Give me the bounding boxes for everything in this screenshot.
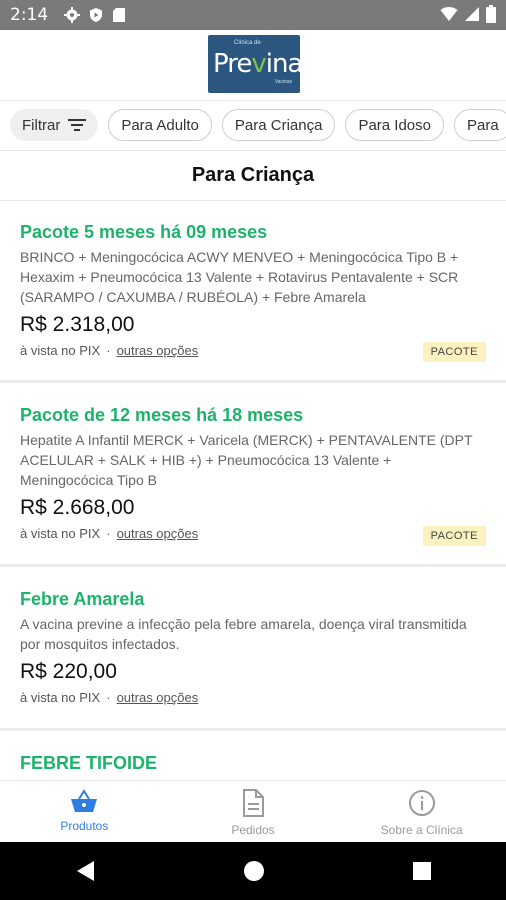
sd-card-icon [113,8,126,22]
tab-pedidos[interactable]: Pedidos [169,781,338,843]
logo-brand: Previna [213,49,300,79]
payment-method: à vista no PIX [20,526,101,541]
product-list: Pacote 5 meses há 09 meses BRINCO + Meni… [0,200,506,780]
chip-para-adulto[interactable]: Para Adulto [108,109,212,141]
tab-label: Sobre a Clínica [380,823,463,837]
logo-mini-text: Clínica de [234,40,261,46]
logo-sub-text: Vacinas [274,79,292,85]
clinic-logo[interactable]: Clínica de Previna Vacinas [208,35,300,93]
product-card[interactable]: Pacote 5 meses há 09 meses BRINCO + Meni… [0,200,506,383]
payment-info: à vista no PIX · outras opções [20,343,486,358]
product-name: Pacote de 12 meses há 18 meses [20,405,304,425]
payment-separator: · [106,526,111,541]
filter-icon [68,119,87,131]
package-badge: PACOTE [422,342,486,362]
product-price: R$ 2.668,00 [20,496,135,519]
section-title: Para Criança [0,150,506,201]
product-card[interactable]: Febre Amarela A vacina previne a infecçã… [0,567,506,731]
back-icon[interactable] [74,859,96,883]
payment-method: à vista no PIX [20,343,101,358]
product-price: R$ 220,00 [20,660,117,683]
package-badge: PACOTE [422,526,486,546]
product-description: Hepatite A Infantil MERCK + Varicela (ME… [20,432,473,488]
home-icon[interactable] [243,860,265,882]
basket-icon [71,789,98,812]
product-name: FEBRE TIFOIDE [20,753,158,773]
other-options-link[interactable]: outras opções [117,343,199,358]
product-name: Febre Amarela [20,589,145,609]
other-options-link[interactable]: outras opções [117,526,199,541]
payment-info: à vista no PIX · outras opções [20,690,486,705]
other-options-link[interactable]: outras opções [117,690,199,705]
product-card[interactable]: FEBRE TIFOIDE [0,731,506,780]
info-icon [408,790,435,816]
filter-bar: Filtrar Para Adulto Para Criança Para Id… [0,100,506,151]
battery-icon [486,5,496,23]
app-header: Clínica de Previna Vacinas [0,30,506,101]
wifi-icon [440,7,458,21]
product-card[interactable]: Pacote de 12 meses há 18 meses Hepatite … [0,383,506,567]
filter-label: Filtrar [22,116,61,134]
payment-separator: · [106,690,111,705]
tab-sobre-a-clinica[interactable]: Sobre a Clínica [337,781,506,843]
settings-icon [64,7,81,23]
system-nav-bar [0,842,506,900]
bottom-tab-bar: Produtos Pedidos Sobre a Clínica [0,780,506,843]
product-price: R$ 2.318,00 [20,313,135,336]
signal-icon [465,7,479,21]
shield-play-icon [90,8,103,22]
recents-icon[interactable] [412,861,432,881]
chip-para-more[interactable]: Para [453,109,506,141]
status-bar: 2:14 [0,0,506,30]
tab-produtos[interactable]: Produtos [0,781,169,843]
payment-separator: · [106,343,111,358]
status-time: 2:14 [10,5,49,25]
chip-para-idoso[interactable]: Para Idoso [345,109,444,141]
document-icon [243,789,264,817]
product-name: Pacote 5 meses há 09 meses [20,222,268,242]
chip-para-crianca[interactable]: Para Criança [221,109,336,141]
tab-label: Produtos [60,819,109,833]
filter-button[interactable]: Filtrar [10,109,99,141]
product-description: BRINCO + Meningocócica ACWY MENVEO + Men… [20,249,459,305]
tab-label: Pedidos [231,823,275,837]
payment-info: à vista no PIX · outras opções [20,526,486,541]
product-description: A vacina previne a infecção pela febre a… [20,616,467,652]
payment-method: à vista no PIX [20,690,101,705]
